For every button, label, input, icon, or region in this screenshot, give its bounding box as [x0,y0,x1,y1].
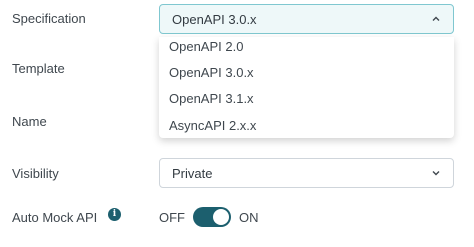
toggle-off-label: OFF [159,210,185,225]
specification-label: Specification [12,11,86,26]
toggle-on-label: ON [239,210,259,225]
visibility-value: Private [172,165,213,181]
auto-mock-label: Auto Mock API [12,210,98,225]
info-icon[interactable]: i [108,208,121,221]
visibility-label: Visibility [12,166,59,181]
option-asyncapi-2[interactable]: AsyncAPI 2.x.x [169,118,256,134]
visibility-select[interactable]: Private [159,158,454,188]
auto-mock-toggle[interactable] [193,207,231,227]
chevron-up-icon [432,16,440,21]
option-openapi-3-1[interactable]: OpenAPI 3.1.x [169,91,254,107]
name-label: Name [12,114,47,129]
option-openapi-3-0[interactable]: OpenAPI 3.0.x [169,65,254,81]
option-openapi-2-0[interactable]: OpenAPI 2.0 [169,39,243,55]
specification-select[interactable]: OpenAPI 3.0.x [159,4,454,34]
template-label: Template [12,61,65,76]
specification-value: OpenAPI 3.0.x [172,11,257,27]
specification-dropdown: OpenAPI 2.0 OpenAPI 3.0.x OpenAPI 3.1.x … [159,37,454,138]
toggle-knob [213,209,229,225]
chevron-down-icon [432,171,440,176]
